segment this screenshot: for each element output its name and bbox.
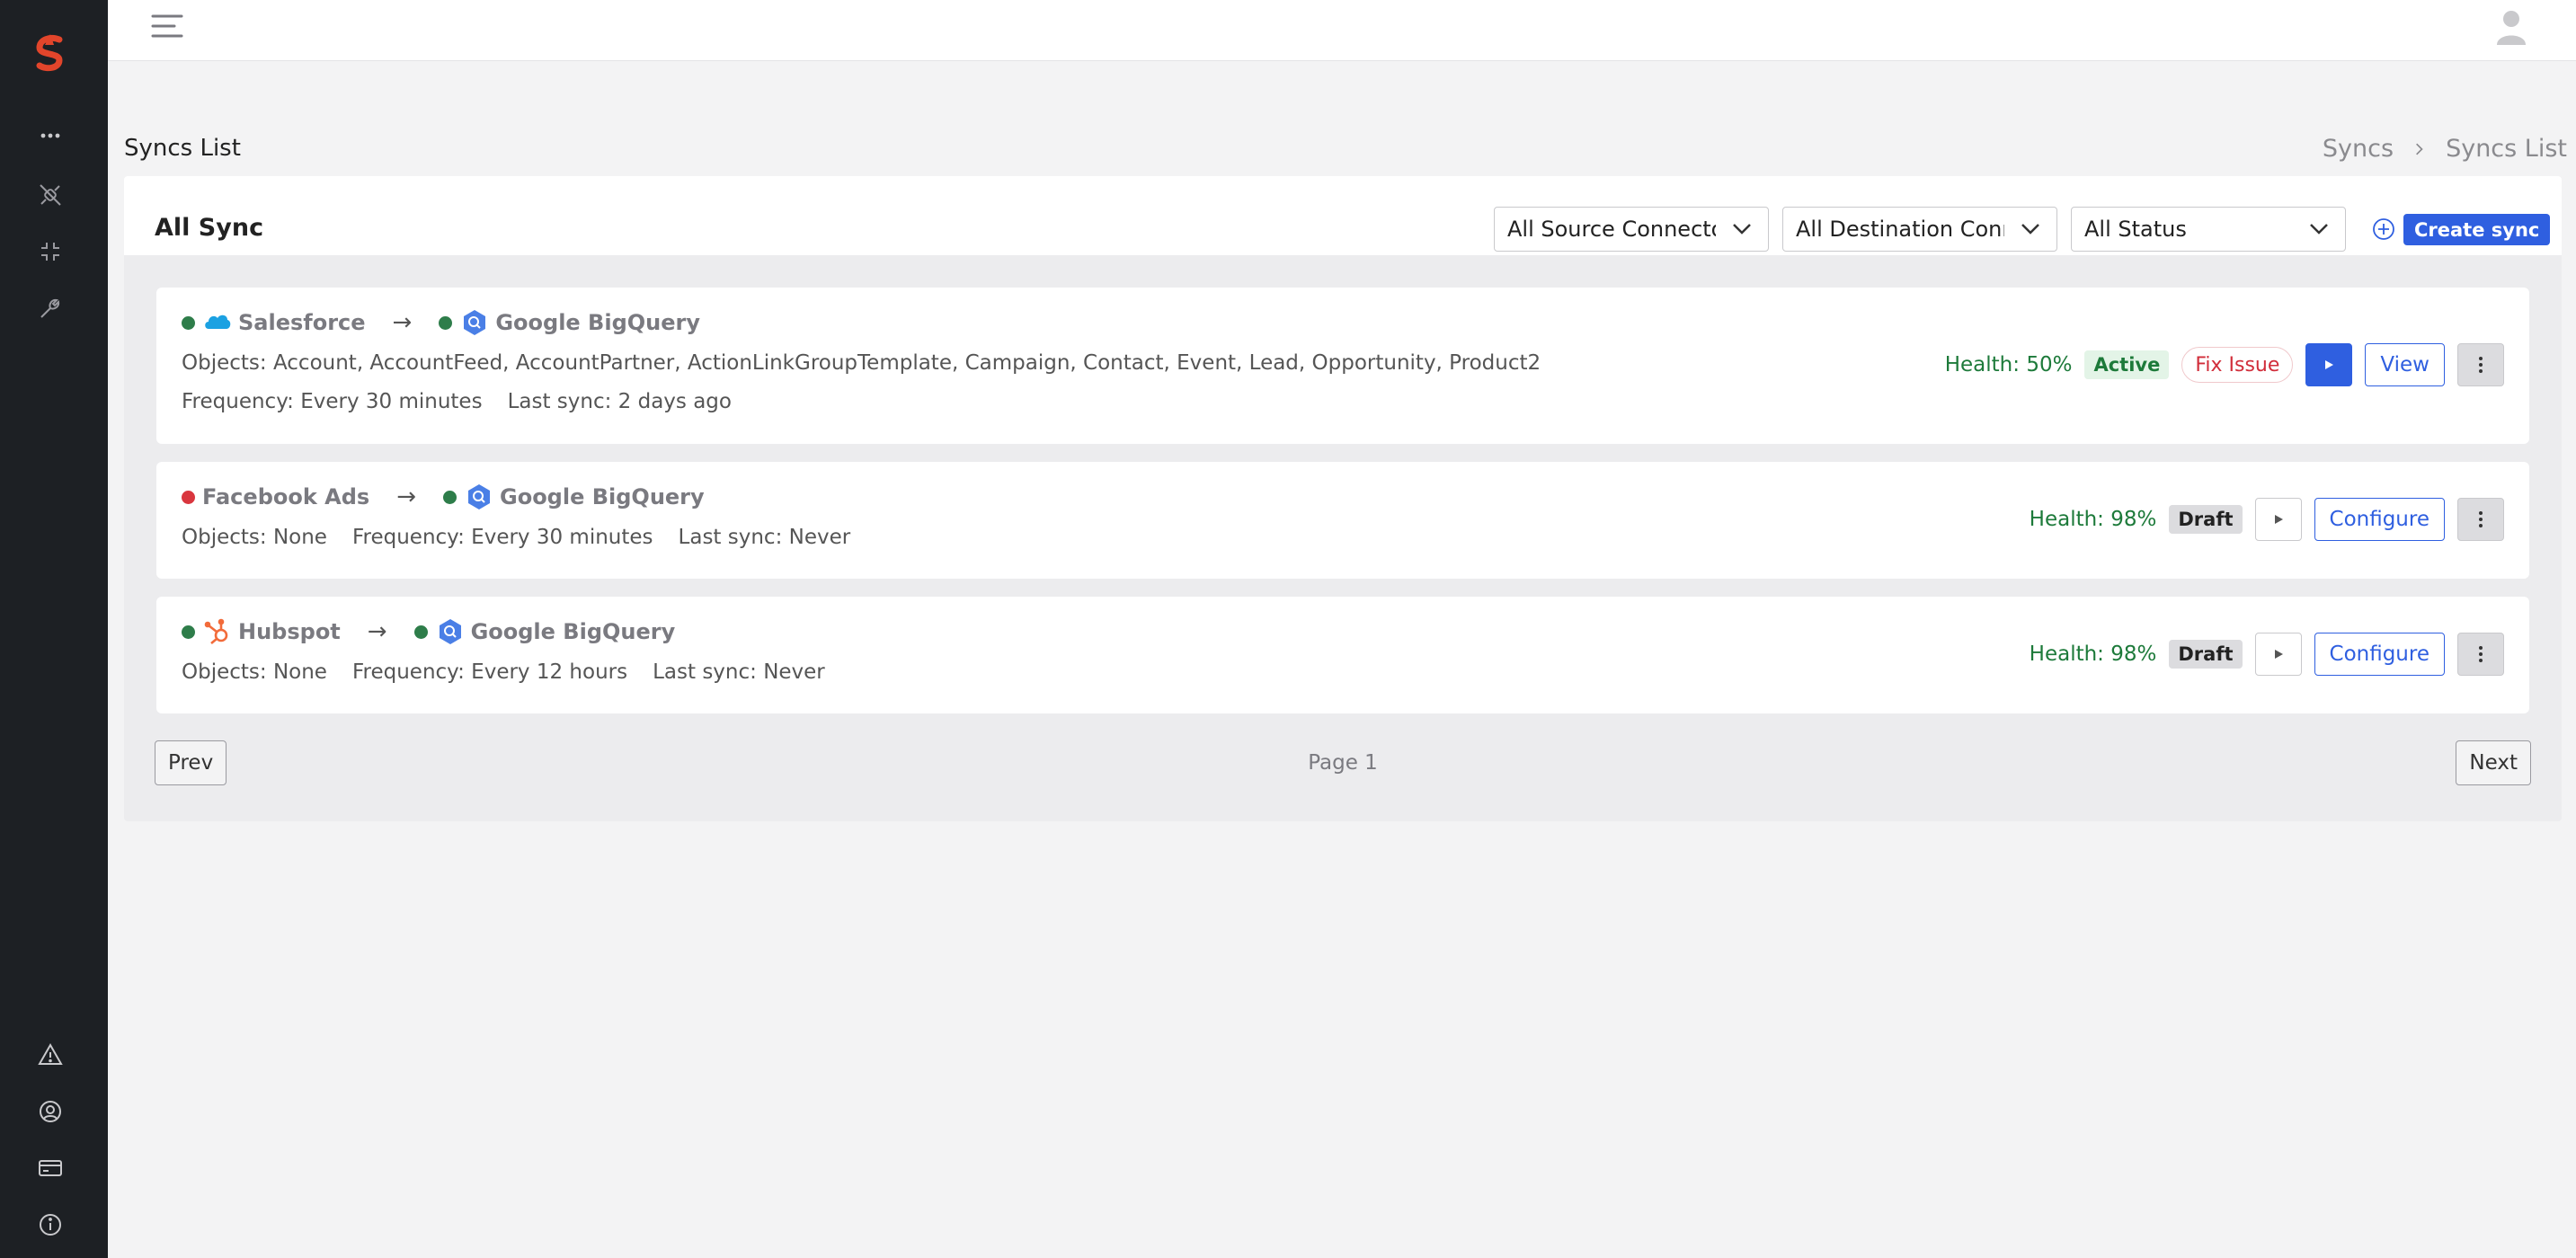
brand-logo-icon[interactable] xyxy=(27,31,74,77)
source-filter-select[interactable]: All Source Connectors xyxy=(1494,207,1769,252)
sync-card-salesforce: Salesforce → Google BigQuery Objects: Ac… xyxy=(156,288,2529,444)
last-sync-text: Last sync: Never xyxy=(653,660,825,684)
more-icon[interactable] xyxy=(34,120,67,152)
sync-meta: Objects: None Frequency: Every 12 hours La… xyxy=(182,660,825,684)
play-icon xyxy=(2274,650,2283,659)
vertical-dots-icon xyxy=(2479,511,2483,527)
more-options-button[interactable] xyxy=(2457,343,2504,386)
bigquery-logo-icon xyxy=(464,482,494,512)
breadcrumb-syncs-link[interactable]: Syncs xyxy=(2323,135,2394,163)
frequency-text: Frequency: Every 30 minutes xyxy=(182,390,483,413)
frequency-text: Frequency: Every 12 hours xyxy=(351,660,628,684)
run-sync-button[interactable] xyxy=(2305,343,2353,386)
status-badge: Draft xyxy=(2169,505,2243,534)
chevron-down-icon xyxy=(2004,211,2056,247)
play-icon xyxy=(2274,515,2283,524)
page-indicator: Page 1 xyxy=(1308,751,1378,775)
last-sync-text: Last sync: Never xyxy=(678,526,851,549)
plus-circle-icon[interactable] xyxy=(2371,217,2396,242)
more-options-button[interactable] xyxy=(2457,633,2504,676)
connection-row: Hubspot → Google BigQuery xyxy=(182,616,675,647)
destination-status-dot xyxy=(443,490,457,504)
sync-actions: Health: 98% Draft Configure xyxy=(2030,633,2504,676)
top-header xyxy=(108,0,2576,61)
hubspot-logo-icon xyxy=(202,616,233,647)
vertical-dots-icon xyxy=(2479,357,2483,373)
sync-actions: Health: 98% Draft Configure xyxy=(2030,498,2504,541)
health-text: Health: 98% xyxy=(2029,642,2157,666)
create-sync-button[interactable]: Create sync xyxy=(2403,214,2551,245)
health-text: Health: 50% xyxy=(1944,353,2073,377)
arrow-right-icon: → xyxy=(396,483,416,510)
wrench-icon[interactable] xyxy=(34,292,67,324)
syncs-panel: All Sync All Source Connectors All Desti… xyxy=(124,176,2562,821)
chevron-down-icon xyxy=(1716,211,1768,247)
sidebar xyxy=(0,0,108,1258)
last-sync-text: Last sync: 2 days ago xyxy=(507,390,732,413)
panel-title: All Sync xyxy=(155,214,264,242)
arrow-right-icon: → xyxy=(392,309,413,336)
play-icon xyxy=(2325,360,2334,369)
configure-button[interactable]: Configure xyxy=(2314,498,2445,541)
more-options-button[interactable] xyxy=(2457,498,2504,541)
source-name[interactable]: Facebook Ads xyxy=(202,484,369,509)
run-sync-button[interactable] xyxy=(2254,498,2302,541)
sync-card-hubspot: Hubspot → Google BigQuery Objects: None F… xyxy=(156,597,2529,713)
objects-text: Objects: None xyxy=(182,526,327,549)
destination-filter-select[interactable]: All Destination Connectors xyxy=(1782,207,2057,252)
chevron-down-icon xyxy=(2293,211,2345,247)
connection-row: Salesforce → Google BigQuery xyxy=(182,307,700,338)
health-text: Health: 98% xyxy=(2029,508,2157,531)
page-title: Syncs List xyxy=(124,135,241,162)
breadcrumb: Syncs Syncs List xyxy=(2323,135,2567,163)
sync-meta: Frequency: Every 30 minutes Last sync: 2 … xyxy=(182,390,732,413)
destination-name[interactable]: Google BigQuery xyxy=(500,484,705,509)
source-name[interactable]: Salesforce xyxy=(238,310,366,335)
vertical-dots-icon xyxy=(2479,646,2483,662)
plug-icon[interactable] xyxy=(34,179,67,211)
billing-card-icon[interactable] xyxy=(34,1152,67,1184)
objects-text: Objects: Account, AccountFeed, AccountPa… xyxy=(182,351,1541,375)
source-status-dot xyxy=(182,490,195,504)
status-badge: Active xyxy=(2084,350,2170,379)
user-avatar-icon[interactable] xyxy=(2493,7,2529,47)
source-name[interactable]: Hubspot xyxy=(238,619,341,644)
next-page-button[interactable]: Next xyxy=(2456,740,2531,785)
destination-name[interactable]: Google BigQuery xyxy=(495,310,700,335)
run-sync-button[interactable] xyxy=(2254,633,2302,676)
bigquery-logo-icon xyxy=(459,307,490,338)
warning-icon[interactable] xyxy=(34,1039,67,1071)
fix-issue-button[interactable]: Fix Issue xyxy=(2181,347,2294,383)
configure-button[interactable]: Configure xyxy=(2314,633,2445,676)
destination-status-dot xyxy=(439,315,453,330)
objects-text: Objects: None xyxy=(182,660,327,684)
connection-row: Facebook Ads → Google BigQuery xyxy=(182,482,705,512)
destination-status-dot xyxy=(413,625,428,639)
status-badge: Draft xyxy=(2169,640,2243,669)
source-status-dot xyxy=(182,625,195,639)
menu-toggle-icon[interactable] xyxy=(149,11,185,43)
sync-meta: Objects: None Frequency: Every 30 minutes… xyxy=(182,526,850,549)
view-button[interactable]: View xyxy=(2365,343,2445,386)
source-status-dot xyxy=(182,315,195,330)
arrow-right-icon: → xyxy=(367,618,387,645)
chevron-right-icon xyxy=(2415,137,2424,162)
user-settings-icon[interactable] xyxy=(34,1095,67,1128)
collapse-icon[interactable] xyxy=(34,235,67,268)
destination-name[interactable]: Google BigQuery xyxy=(471,619,676,644)
panel-header: All Sync All Source Connectors All Desti… xyxy=(124,176,2562,255)
sync-card-facebook-ads: Facebook Ads → Google BigQuery Objects: … xyxy=(156,462,2529,579)
breadcrumb-current: Syncs List xyxy=(2446,135,2567,163)
info-icon[interactable] xyxy=(34,1209,67,1241)
status-filter-select[interactable]: All Status xyxy=(2071,207,2346,252)
salesforce-logo-icon xyxy=(202,307,233,338)
sync-actions: Health: 50% Active Fix Issue View xyxy=(1945,343,2504,386)
bigquery-logo-icon xyxy=(435,616,466,647)
prev-page-button[interactable]: Prev xyxy=(155,740,227,785)
frequency-text: Frequency: Every 30 minutes xyxy=(351,526,653,549)
